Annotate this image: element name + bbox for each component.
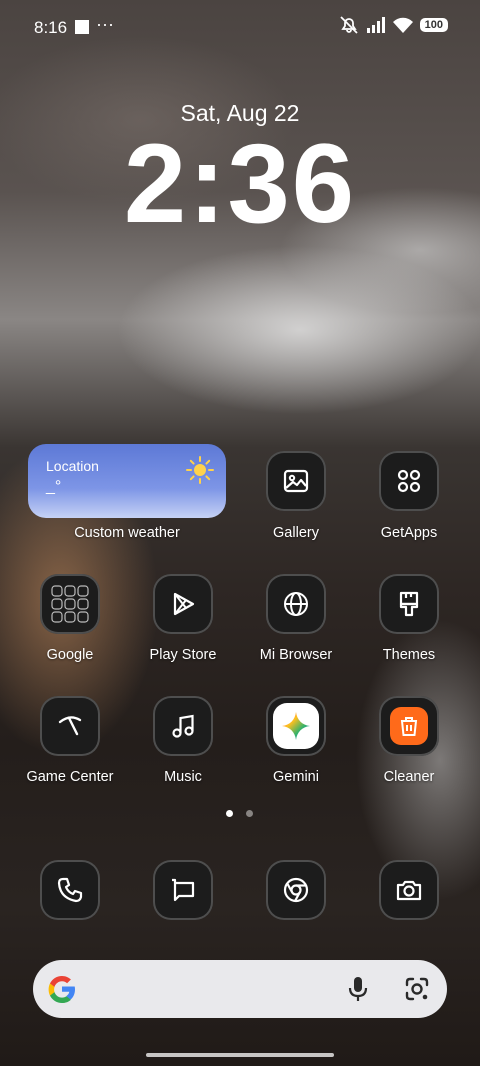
play-store-icon — [173, 592, 195, 616]
weather-location: Location — [46, 458, 99, 474]
gallery-app[interactable] — [266, 451, 326, 511]
page-indicator-active — [226, 810, 233, 817]
music-app[interactable] — [153, 696, 213, 756]
notification-icon — [75, 20, 89, 34]
gemini-icon — [282, 712, 310, 740]
battery-level: 100 — [419, 18, 448, 32]
weather-temp: _° — [46, 478, 62, 495]
weather-widget[interactable]: Location _° — [28, 444, 226, 518]
status-time: 8:16 — [34, 18, 68, 37]
messages-icon — [172, 878, 195, 902]
dock-chrome[interactable] — [266, 860, 326, 920]
lock-clock: 2:36 — [123, 121, 357, 246]
more-notifications-icon: ··· — [96, 14, 114, 34]
globe-icon — [284, 592, 308, 616]
gallery-icon — [283, 469, 309, 493]
game-center-icon — [58, 716, 82, 736]
chrome-icon — [283, 877, 309, 903]
status-bar: 8:16 ··· 100 — [0, 0, 480, 56]
game-center-label: Game Center — [26, 769, 114, 785]
getapps-app[interactable] — [379, 451, 439, 511]
dock-phone[interactable] — [40, 860, 100, 920]
google-folder[interactable] — [40, 574, 100, 634]
game-center-app[interactable] — [40, 696, 100, 756]
weather-widget-label: Custom weather — [74, 525, 180, 541]
microphone-icon[interactable] — [345, 975, 371, 1003]
mi-browser-app[interactable] — [266, 574, 326, 634]
wifi-icon — [392, 17, 413, 33]
gemini-app[interactable] — [266, 696, 326, 756]
google-lens-icon[interactable] — [403, 975, 431, 1003]
gesture-home-bar[interactable] — [146, 1053, 334, 1057]
music-label: Music — [164, 769, 202, 785]
play-store-app[interactable] — [153, 574, 213, 634]
signal-icon — [366, 17, 385, 33]
getapps-label: GetApps — [380, 525, 438, 541]
sun-icon — [186, 456, 214, 484]
paintbrush-icon — [399, 591, 419, 617]
getapps-icon — [397, 469, 421, 493]
page-indicator — [246, 810, 253, 817]
dock-camera[interactable] — [379, 860, 439, 920]
gallery-label: Gallery — [273, 525, 319, 541]
google-search-bar[interactable] — [33, 960, 447, 1018]
cleaner-icon-tile — [390, 707, 428, 745]
gemini-label: Gemini — [273, 769, 319, 785]
music-note-icon — [172, 714, 194, 738]
dock-messages[interactable] — [153, 860, 213, 920]
google-folder-icon — [51, 585, 89, 623]
cleaner-app[interactable] — [379, 696, 439, 756]
trash-icon — [400, 717, 418, 736]
gemini-icon-tile — [273, 703, 319, 749]
mi-browser-label: Mi Browser — [259, 647, 333, 663]
themes-app[interactable] — [379, 574, 439, 634]
mute-icon — [340, 16, 358, 34]
google-logo-icon — [48, 976, 75, 1003]
cleaner-label: Cleaner — [383, 769, 435, 785]
play-store-label: Play Store — [149, 647, 217, 663]
themes-label: Themes — [382, 647, 436, 663]
camera-icon — [396, 880, 422, 901]
phone-icon — [57, 877, 83, 903]
google-label: Google — [46, 647, 94, 663]
